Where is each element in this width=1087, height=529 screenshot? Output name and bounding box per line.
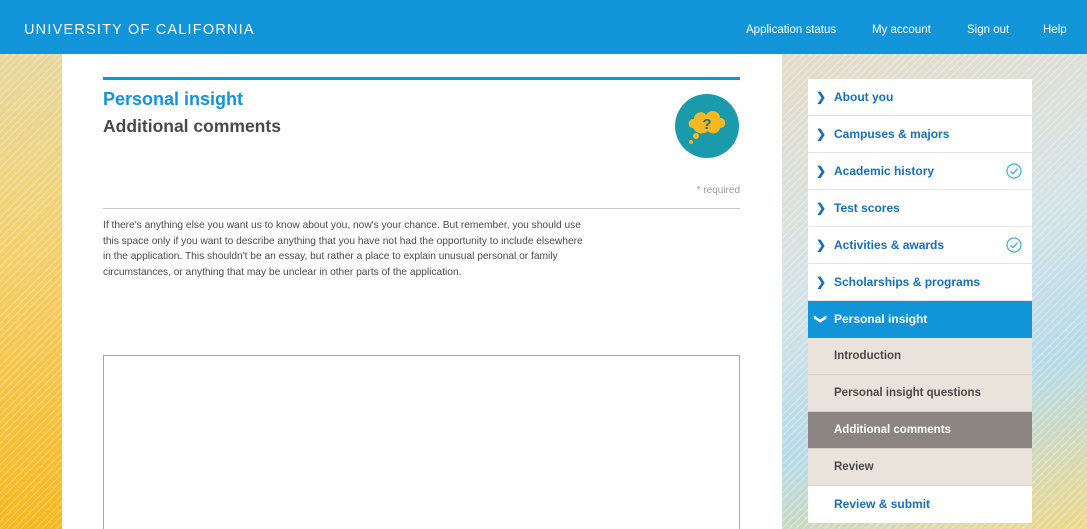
check-circle-icon (1006, 237, 1022, 253)
instructions-text: If there's anything else you want us to … (103, 220, 583, 278)
sidebar-item-review-submit[interactable]: Review & submit (808, 486, 1032, 523)
sidebar-item-academic-history[interactable]: ❯ Academic history (808, 153, 1032, 190)
sidebar-subitem-review[interactable]: Review (808, 449, 1032, 486)
sidebar-subitem-label: Additional comments (834, 424, 951, 436)
section-divider (103, 208, 740, 209)
page-title: Additional comments (103, 116, 281, 136)
chevron-right-icon: ❯ (816, 127, 827, 141)
sidebar-subitem-label: Introduction (834, 350, 902, 362)
sidebar-item-about-you[interactable]: ❯ About you (808, 79, 1032, 116)
left-decorative-background (0, 54, 62, 529)
check-circle-icon (1006, 163, 1022, 179)
section-divider-top (103, 77, 740, 80)
sidebar-item-label: Campuses & majors (834, 127, 950, 141)
chevron-right-icon: ❯ (816, 238, 827, 252)
sidebar-item-scholarships-programs[interactable]: ❯ Scholarships & programs (808, 264, 1032, 301)
sidebar-item-label: Scholarships & programs (834, 275, 981, 289)
sidebar-item-label: Academic history (834, 164, 935, 178)
top-bar: UNIVERSITY OF CALIFORNIA Application sta… (0, 0, 1087, 54)
chevron-right-icon: ❯ (816, 201, 827, 215)
sidebar-item-activities-awards[interactable]: ❯ Activities & awards (808, 227, 1032, 264)
nav-help[interactable]: Help (1043, 24, 1067, 36)
sidebar-item-test-scores[interactable]: ❯ Test scores (808, 190, 1032, 227)
chevron-right-icon: ❯ (816, 90, 827, 104)
nav-my-account[interactable]: My account (872, 24, 931, 36)
sidebar-item-label: Test scores (834, 201, 900, 215)
nav-sign-out[interactable]: Sign out (967, 24, 1009, 36)
sidebar-item-label: Review & submit (834, 497, 931, 511)
sidebar-subitem-personal-insight-questions[interactable]: Personal insight questions (808, 375, 1032, 412)
sidebar-subitem-label: Review (834, 461, 874, 473)
sidebar-subitem-label: Personal insight questions (834, 387, 981, 399)
question-thought-bubble-icon: ? (675, 94, 739, 158)
svg-text:?: ? (702, 116, 711, 133)
additional-comments-textarea[interactable] (103, 355, 740, 529)
sidebar-item-label: Personal insight (834, 312, 928, 326)
sidebar-subitem-introduction[interactable]: Introduction (808, 338, 1032, 375)
nav-application-status[interactable]: Application status (746, 24, 836, 36)
sidebar-item-label: About you (834, 90, 894, 104)
sidebar-item-label: Activities & awards (834, 238, 945, 252)
brand-name: UNIVERSITY OF CALIFORNIA (24, 22, 255, 38)
section-title: Personal insight (103, 89, 244, 109)
sidebar-item-personal-insight[interactable]: ❯ Personal insight (808, 301, 1032, 338)
required-note: * required (696, 185, 740, 196)
sidebar-item-campuses-majors[interactable]: ❯ Campuses & majors (808, 116, 1032, 153)
chevron-right-icon: ❯ (816, 275, 827, 289)
chevron-right-icon: ❯ (816, 164, 827, 178)
chevron-down-icon: ❯ (814, 313, 829, 325)
sidebar-nav: ❯ About you ❯ Campuses & majors ❯ Academ… (808, 79, 1032, 523)
sidebar-subitem-additional-comments[interactable]: Additional comments (808, 412, 1032, 449)
